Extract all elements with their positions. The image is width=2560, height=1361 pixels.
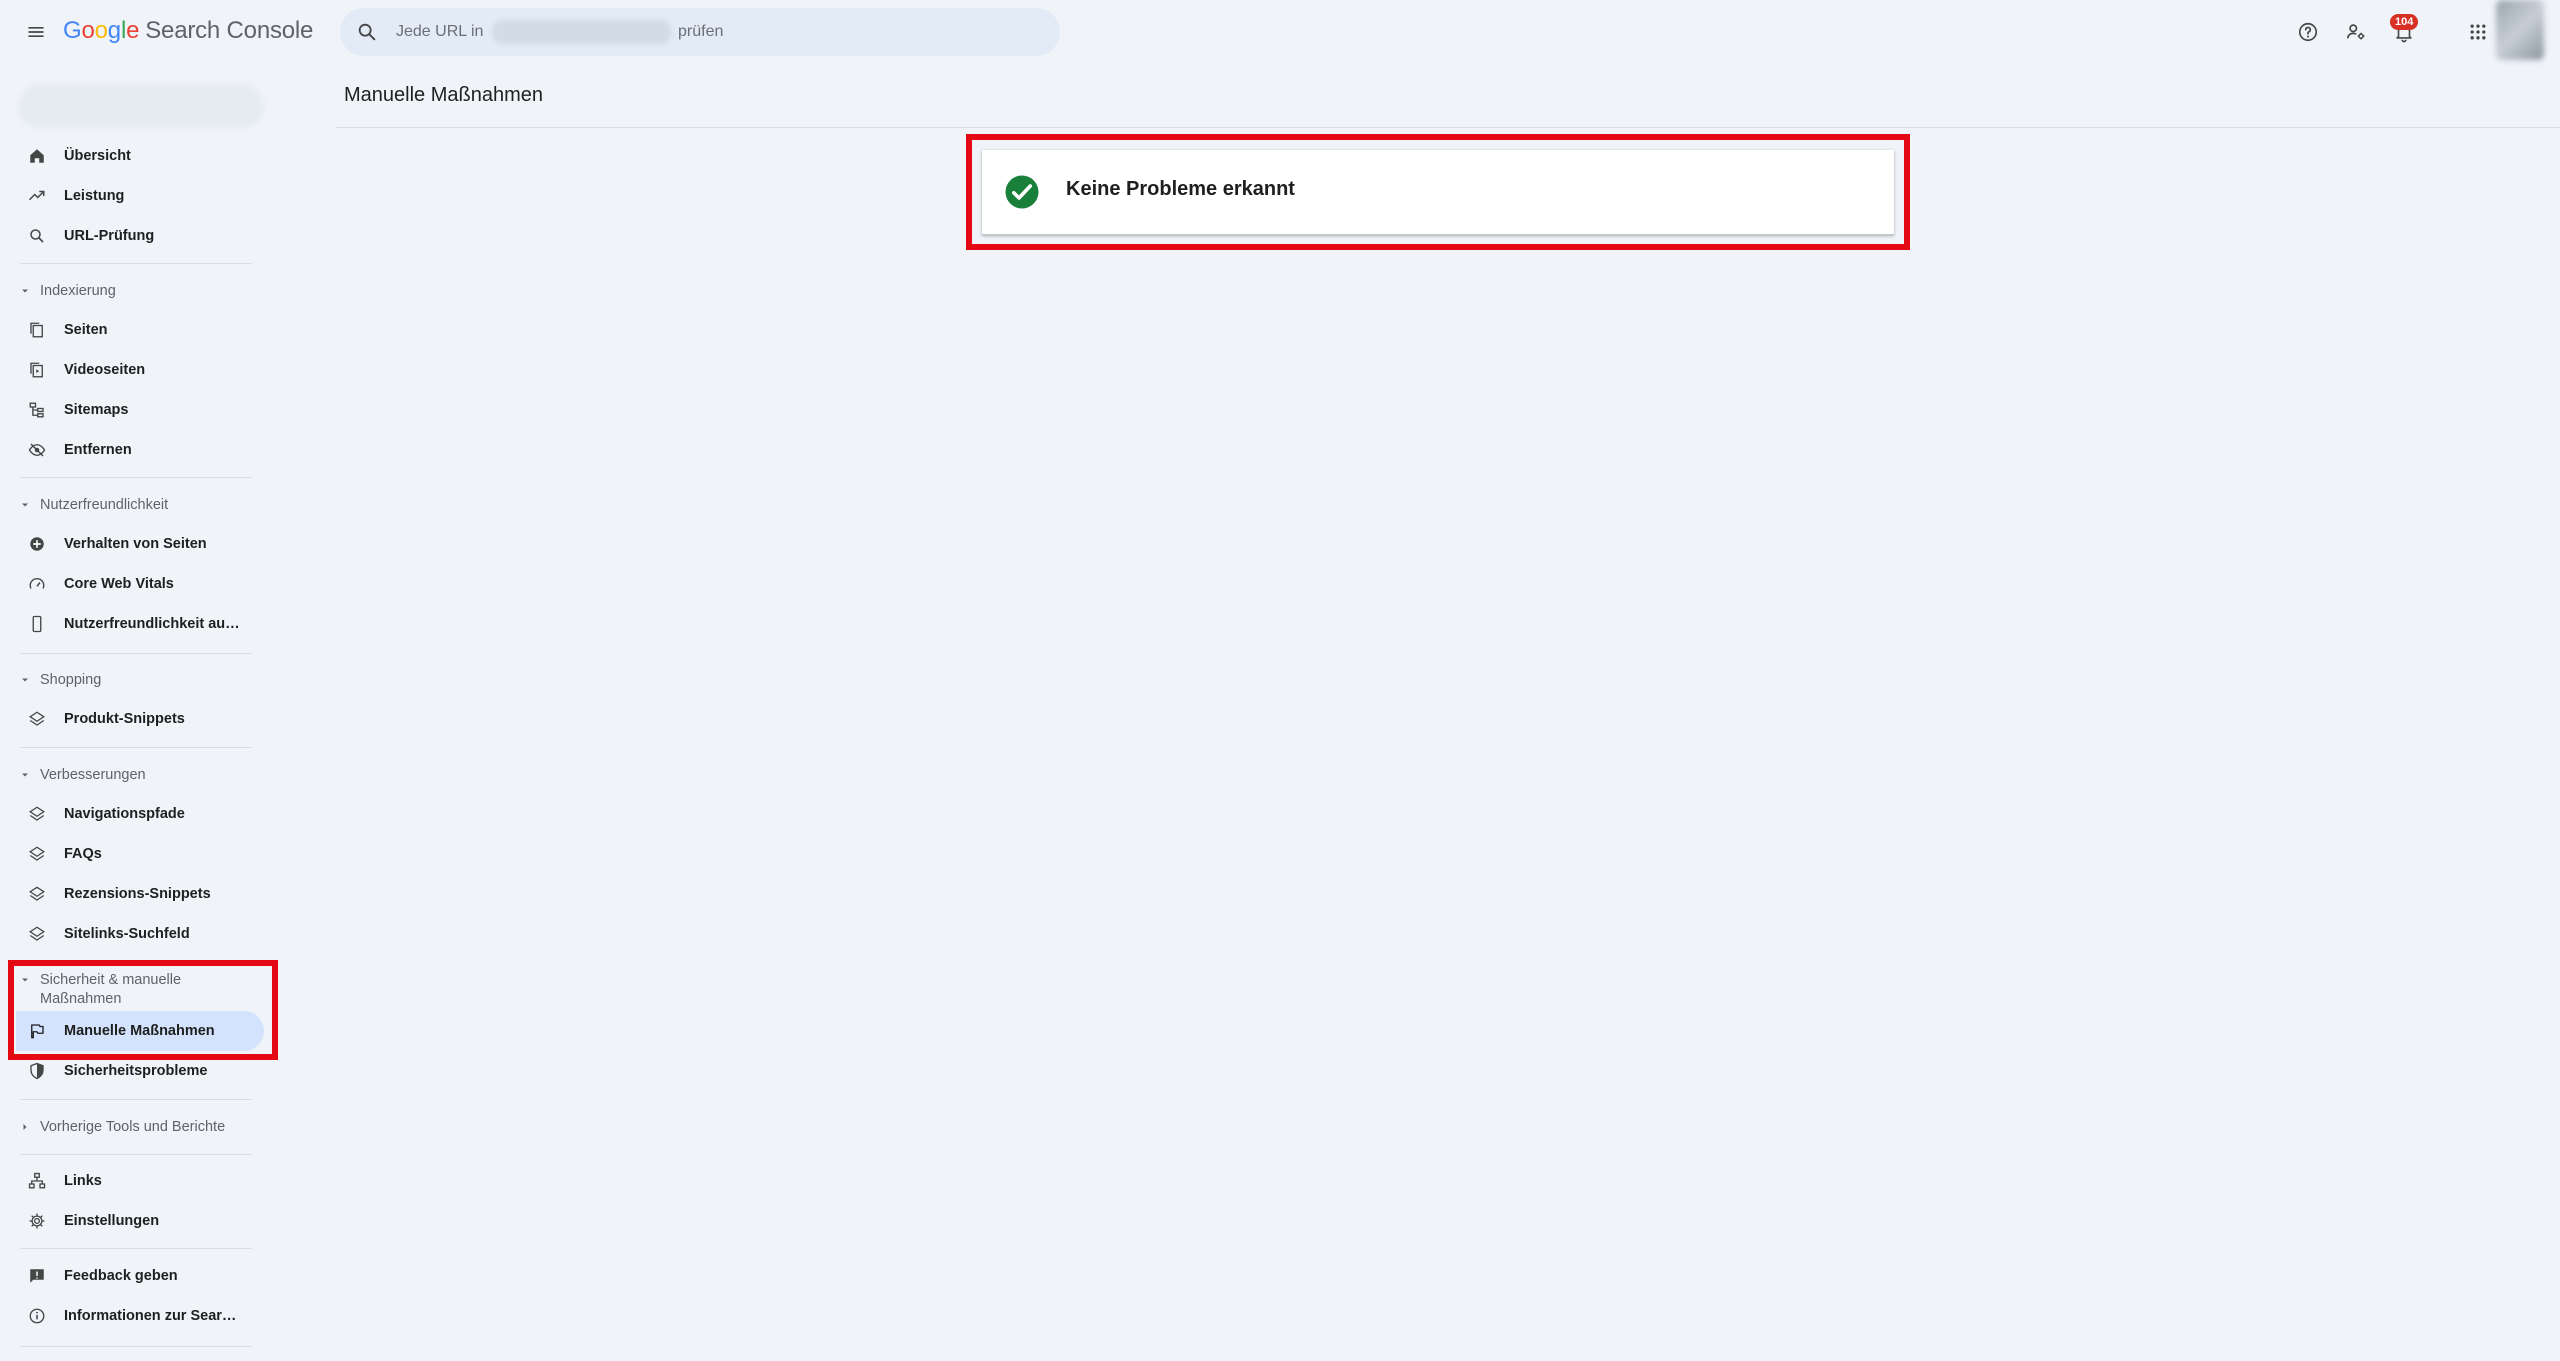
divider xyxy=(20,653,252,654)
search-placeholder-suffix: prüfen xyxy=(678,23,724,40)
video-pages-icon xyxy=(27,360,47,380)
main-menu-button[interactable] xyxy=(20,16,52,48)
layers-icon xyxy=(27,924,47,944)
sidebar: Übersicht Leistung URL-Prüfung Indexieru… xyxy=(0,64,272,1361)
property-url-redacted xyxy=(492,20,672,44)
sidebar-item-manual-actions[interactable]: Manuelle Maßnahmen xyxy=(16,1011,264,1051)
divider xyxy=(20,747,252,748)
flag-icon xyxy=(27,1021,47,1041)
sidebar-item-about[interactable]: Informationen zur Sear… xyxy=(16,1296,256,1336)
account-avatar[interactable] xyxy=(2496,0,2544,60)
home-icon xyxy=(27,146,47,166)
divider xyxy=(20,1154,252,1155)
mobile-icon xyxy=(27,614,47,634)
user-settings-icon xyxy=(2346,24,2365,40)
sidebar-item-security-issues[interactable]: Sicherheitsprobleme xyxy=(16,1051,256,1091)
sidebar-item-removals[interactable]: Entfernen xyxy=(16,430,256,470)
search-console-logo[interactable]: Google Search Console xyxy=(63,17,313,45)
divider xyxy=(20,1346,252,1347)
sidebar-item-breadcrumbs[interactable]: Navigationspfade xyxy=(16,794,256,834)
sidebar-item-pages[interactable]: Seiten xyxy=(16,310,256,350)
sidebar-item-links[interactable]: Links xyxy=(16,1161,256,1201)
sidebar-item-page-experience[interactable]: Verhalten von Seiten xyxy=(16,524,256,564)
notification-count-badge: 104 xyxy=(2390,14,2419,30)
feedback-icon xyxy=(27,1266,47,1286)
sidebar-item-sitelinks-searchbox[interactable]: Sitelinks-Suchfeld xyxy=(16,914,256,954)
gear-icon xyxy=(27,1211,47,1231)
sidebar-item-url-inspection[interactable]: URL-Prüfung xyxy=(16,216,256,256)
sidebar-item-performance[interactable]: Leistung xyxy=(16,176,256,216)
sidebar-item-review-snippets[interactable]: Rezensions-Snippets xyxy=(16,874,256,914)
chevron-down-icon xyxy=(22,289,28,293)
sidebar-item-feedback[interactable]: Feedback geben xyxy=(16,1256,256,1296)
eye-off-icon xyxy=(27,440,47,460)
layers-icon xyxy=(27,804,47,824)
url-inspection-search[interactable]: Jede URL in prüfen xyxy=(340,8,1060,56)
divider xyxy=(20,263,252,264)
sidebar-item-sitemaps[interactable]: Sitemaps xyxy=(16,390,256,430)
chevron-down-icon xyxy=(22,978,28,982)
sidebar-item-video-pages[interactable]: Videoseiten xyxy=(16,350,256,390)
speedometer-icon xyxy=(27,574,47,594)
links-icon xyxy=(27,1171,47,1191)
shield-icon xyxy=(27,1061,47,1081)
chevron-right-icon xyxy=(23,1124,27,1130)
sidebar-item-product-snippets[interactable]: Produkt-Snippets xyxy=(16,699,256,739)
google-apps-button[interactable] xyxy=(2462,16,2494,48)
sidebar-item-core-web-vitals[interactable]: Core Web Vitals xyxy=(16,564,256,604)
account-settings-button[interactable] xyxy=(2340,16,2372,48)
pages-icon xyxy=(27,320,47,340)
help-icon xyxy=(2298,22,2318,42)
check-circle-icon xyxy=(1005,175,1039,209)
chevron-down-icon xyxy=(22,773,28,777)
hamburger-menu-icon xyxy=(28,27,44,37)
sidebar-item-faqs[interactable]: FAQs xyxy=(16,834,256,874)
chevron-down-icon xyxy=(22,503,28,507)
divider xyxy=(20,477,252,478)
divider xyxy=(20,1248,252,1249)
layers-icon xyxy=(27,709,47,729)
header-divider xyxy=(336,127,2560,128)
sidebar-item-settings[interactable]: Einstellungen xyxy=(16,1201,256,1241)
top-app-bar: Google Search Console Jede URL in prüfen … xyxy=(0,0,2560,64)
search-icon xyxy=(27,226,47,246)
info-icon xyxy=(27,1306,47,1326)
plus-circle-icon xyxy=(27,534,47,554)
search-icon xyxy=(358,23,376,41)
help-button[interactable] xyxy=(2292,16,2324,48)
layers-icon xyxy=(27,884,47,904)
trending-up-icon xyxy=(27,186,47,206)
status-card: Keine Probleme erkannt xyxy=(982,150,1894,235)
sidebar-item-mobile-usability[interactable]: Nutzerfreundlichkeit au… xyxy=(16,604,256,644)
sidebar-item-overview[interactable]: Übersicht xyxy=(16,136,256,176)
chevron-down-icon xyxy=(22,678,28,682)
property-selector[interactable] xyxy=(18,84,264,128)
layers-icon xyxy=(27,844,47,864)
product-name: Search Console xyxy=(145,17,314,44)
section-security-manual-actions[interactable]: Sicherheit & manuelle Maßnahmen xyxy=(16,971,256,1011)
divider xyxy=(20,1099,252,1100)
search-placeholder-prefix: Jede URL in xyxy=(396,23,484,40)
sitemap-icon xyxy=(27,400,47,420)
status-message: Keine Probleme erkannt xyxy=(1066,178,1295,200)
page-title: Manuelle Maßnahmen xyxy=(344,84,543,106)
apps-grid-icon xyxy=(2470,24,2486,40)
